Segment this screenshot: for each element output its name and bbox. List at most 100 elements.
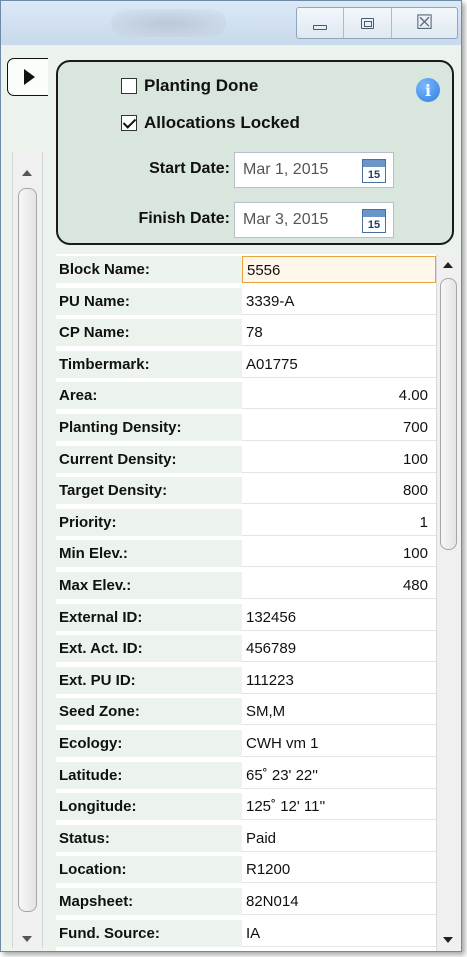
collapse-panel-button[interactable] [7, 58, 48, 96]
title-bar[interactable]: ☒ [1, 1, 461, 45]
property-value-field[interactable]: IA [242, 919, 436, 947]
property-value-field[interactable]: Paid [242, 824, 436, 852]
property-label: CP Name: [56, 319, 242, 347]
property-row: Area: 4.00 [56, 382, 436, 410]
property-row: Location: R1200 [56, 856, 436, 884]
property-value-field[interactable]: 5556 [242, 256, 436, 283]
property-label: Fund. Source: [56, 919, 242, 947]
property-row: Status: Paid [56, 824, 436, 852]
finish-date-row: Finish Date: Mar 3, 2015 15 [58, 200, 452, 240]
finish-date-label: Finish Date: [138, 210, 230, 227]
property-value-field[interactable]: 100 [242, 445, 436, 473]
property-label: PU Name: [56, 287, 242, 315]
grid-scrollbar-thumb[interactable] [440, 278, 457, 550]
minimize-icon [313, 24, 328, 30]
start-date-row: Start Date: Mar 1, 2015 15 [58, 150, 452, 190]
property-label: Latitude: [56, 761, 242, 789]
property-label: Status: [56, 824, 242, 852]
property-row: Ecology: CWH vm 1 [56, 730, 436, 757]
property-row: Ext. Act. ID: 456789 [56, 635, 436, 663]
property-row: Mapsheet: 82N014 [56, 888, 436, 915]
details-window: ☒ Planting Done Allocations Locked i Sta… [0, 0, 462, 952]
property-label: Mapsheet: [56, 888, 242, 915]
finish-date-value[interactable]: Mar 3, 2015 [243, 211, 328, 229]
scroll-down-arrow-icon[interactable] [443, 937, 453, 943]
property-label: Planting Density: [56, 414, 242, 441]
property-label: Ext. Act. ID: [56, 635, 242, 663]
property-row: Max Elev.: 480 [56, 572, 436, 599]
minimize-button[interactable] [297, 8, 345, 38]
property-label: Area: [56, 382, 242, 410]
property-row: Longitude: 125˚ 12' 11'' [56, 793, 436, 821]
property-row: Current Density: 100 [56, 445, 436, 473]
property-row: Priority: 1 [56, 508, 436, 536]
scroll-down-arrow-icon[interactable] [22, 936, 32, 942]
property-row: Ext. PU ID: 111223 [56, 666, 436, 694]
property-value-field[interactable]: 125˚ 12' 11'' [242, 793, 436, 821]
planting-done-checkbox[interactable] [121, 78, 137, 94]
finish-date-picker[interactable]: Mar 3, 2015 15 [234, 202, 394, 238]
property-label: Current Density: [56, 445, 242, 473]
close-button[interactable]: ☒ [392, 8, 457, 38]
property-value-field[interactable]: 65˚ 23' 22'' [242, 761, 436, 789]
property-value-field[interactable]: A01775 [242, 350, 436, 378]
property-value-field[interactable]: 4.00 [242, 382, 436, 410]
property-value-field[interactable]: 456789 [242, 635, 436, 663]
property-row: Block Name: 5556 [56, 256, 436, 283]
property-row: Planting Density: 700 [56, 414, 436, 441]
property-label: Seed Zone: [56, 698, 242, 726]
grid-scrollbar[interactable] [436, 254, 459, 951]
property-label: Ecology: [56, 730, 242, 757]
property-value-field[interactable]: 1 [242, 508, 436, 536]
allocations-locked-row[interactable]: Allocations Locked [121, 113, 300, 133]
property-value-field[interactable]: 82N014 [242, 888, 436, 915]
property-value-field[interactable]: CWH vm 1 [242, 730, 436, 757]
allocations-locked-label: Allocations Locked [144, 113, 300, 132]
property-value-field[interactable]: SM,M [242, 698, 436, 726]
property-row: PU Name: 3339-A [56, 287, 436, 315]
property-row: External ID: 132456 [56, 603, 436, 631]
properties-grid: Block Name: 5556 PU Name: 3339-A CP Name: 78 T… [56, 254, 436, 951]
property-label: Block Name: [56, 256, 242, 283]
scroll-up-arrow-icon[interactable] [22, 170, 32, 176]
property-row: Latitude: 65˚ 23' 22'' [56, 761, 436, 789]
property-value-field[interactable]: 700 [242, 414, 436, 441]
planting-status-panel: Planting Done Allocations Locked i Start… [56, 60, 454, 245]
property-label: Timbermark: [56, 350, 242, 378]
property-row: Timbermark: A01775 [56, 350, 436, 378]
close-icon: ☒ [415, 12, 434, 34]
property-value-field[interactable]: 800 [242, 477, 436, 505]
property-value-field[interactable]: 3339-A [242, 287, 436, 315]
allocations-locked-checkbox[interactable] [121, 115, 137, 131]
window-controls: ☒ [296, 7, 458, 39]
planting-done-row[interactable]: Planting Done [121, 76, 258, 96]
property-value-field[interactable]: 100 [242, 540, 436, 568]
start-date-label: Start Date: [149, 160, 230, 177]
property-label: Min Elev.: [56, 540, 242, 568]
property-row: Fund. Source: IA [56, 919, 436, 947]
planting-done-label: Planting Done [144, 76, 259, 95]
property-value-field[interactable]: R1200 [242, 856, 436, 884]
property-value-field[interactable]: 132456 [242, 603, 436, 631]
start-date-picker[interactable]: Mar 1, 2015 15 [234, 152, 394, 188]
property-label: Priority: [56, 508, 242, 536]
property-value-field[interactable]: 78 [242, 319, 436, 347]
left-scrollbar[interactable] [12, 152, 43, 948]
property-label: Max Elev.: [56, 572, 242, 599]
play-arrow-icon [23, 69, 35, 85]
left-scrollbar-thumb[interactable] [18, 188, 37, 912]
property-row: Seed Zone: SM,M [56, 698, 436, 726]
property-label: Location: [56, 856, 242, 884]
calendar-icon[interactable]: 15 [362, 159, 386, 183]
property-value-field[interactable]: 111223 [242, 666, 436, 694]
title-bar-blur [111, 9, 226, 37]
property-label: Ext. PU ID: [56, 666, 242, 694]
property-value-field[interactable]: 480 [242, 572, 436, 599]
start-date-value[interactable]: Mar 1, 2015 [243, 161, 328, 179]
property-label: Longitude: [56, 793, 242, 821]
property-row: Target Density: 800 [56, 477, 436, 505]
calendar-icon[interactable]: 15 [362, 209, 386, 233]
scroll-up-arrow-icon[interactable] [443, 262, 453, 268]
info-icon[interactable]: i [416, 78, 440, 102]
restore-button[interactable] [344, 8, 392, 38]
